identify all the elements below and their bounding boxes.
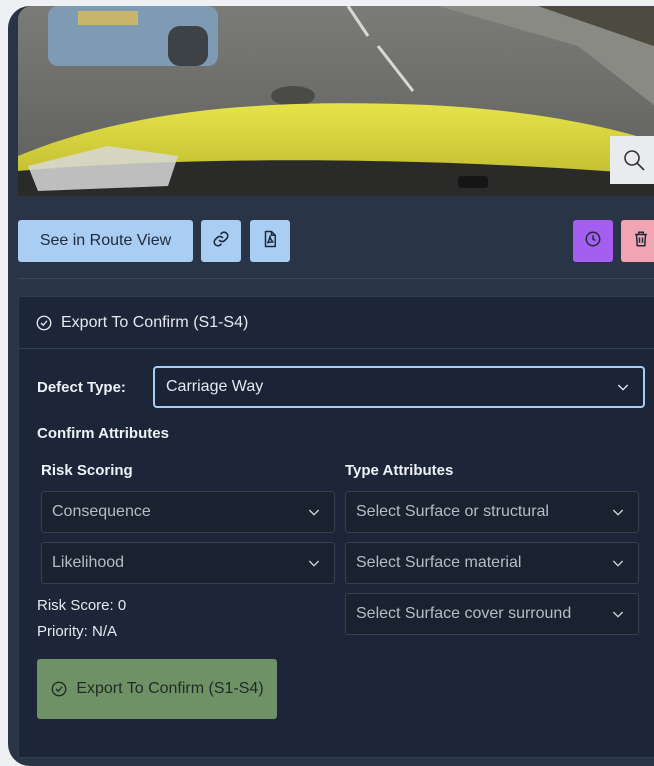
history-button[interactable] [573,220,613,262]
consequence-placeholder: Consequence [52,503,151,520]
chevron-down-icon [610,606,626,622]
consequence-select[interactable]: Consequence [41,491,335,533]
delete-button[interactable] [621,220,654,262]
magnifier-icon [622,148,646,172]
action-bar: See in Route View [18,220,654,262]
defect-photo [18,6,654,196]
chevron-down-icon [610,504,626,520]
chevron-down-icon [306,555,322,571]
export-to-confirm-button[interactable]: Export To Confirm (S1-S4) [37,659,277,719]
export-panel-header[interactable]: Export To Confirm (S1-S4) [19,297,654,349]
road-image [18,6,654,196]
pdf-file-icon [261,230,279,253]
surface-material-select[interactable]: Select Surface material [345,542,639,584]
export-panel-title: Export To Confirm (S1-S4) [61,313,249,331]
divider [18,278,654,279]
check-circle-icon [50,680,68,698]
copy-link-button[interactable] [201,220,241,262]
chevron-down-icon [306,504,322,520]
surface-material-placeholder: Select Surface material [356,554,522,571]
zoom-button[interactable] [610,136,654,184]
likelihood-placeholder: Likelihood [52,554,125,571]
see-in-route-view-button[interactable]: See in Route View [18,220,193,262]
likelihood-select[interactable]: Likelihood [41,542,335,584]
confirm-attributes-label: Confirm Attributes [37,425,169,442]
surface-structural-placeholder: Select Surface or structural [356,503,549,520]
export-button-label: Export To Confirm (S1-S4) [76,680,264,697]
check-circle-icon [35,314,53,332]
surface-structural-select[interactable]: Select Surface or structural [345,491,639,533]
download-pdf-button[interactable] [250,220,290,262]
risk-score: Risk Score: 0 [37,597,127,614]
risk-scoring-label: Risk Scoring [41,462,133,479]
surface-cover-placeholder: Select Surface cover surround [356,605,572,622]
link-icon [212,230,230,253]
defect-detail-card: See in Route View Export To Confirm (S1-… [8,6,654,766]
surface-cover-select[interactable]: Select Surface cover surround [345,593,639,635]
priority: Priority: N/A [37,623,118,640]
clock-icon [584,230,602,253]
defect-type-value: Carriage Way [166,378,264,395]
chevron-down-icon [610,555,626,571]
defect-type-label: Defect Type: [37,379,126,396]
export-panel: Export To Confirm (S1-S4) Defect Type: C… [18,296,654,758]
trash-icon [632,230,650,253]
chevron-down-icon [615,379,631,395]
defect-type-select[interactable]: Carriage Way [153,366,645,408]
type-attributes-label: Type Attributes [345,462,454,479]
